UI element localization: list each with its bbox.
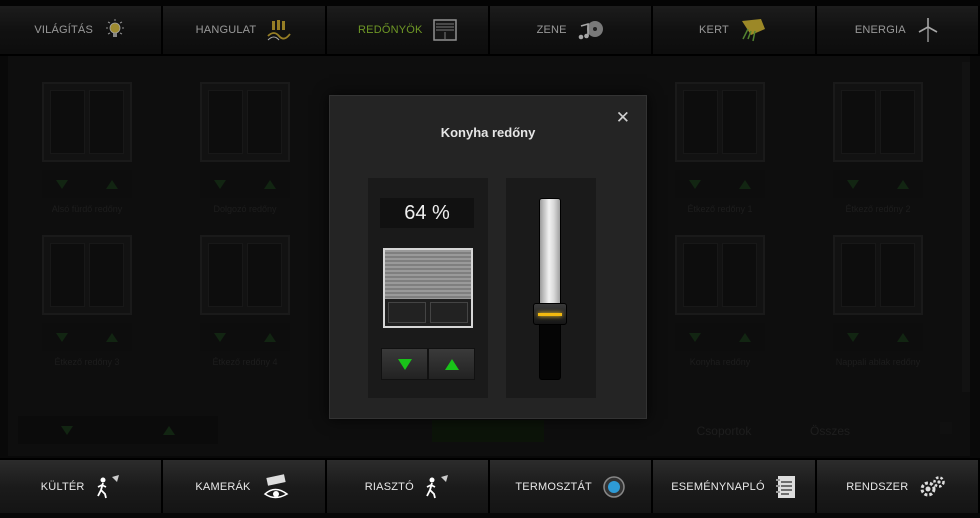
camera-icon <box>263 473 288 498</box>
tab-esemenynaplo[interactable]: ESEMÉNYNAPLÓ <box>653 460 817 513</box>
position-slider-track[interactable] <box>539 198 561 380</box>
tab-riaszto[interactable]: RIASZTÓ <box>326 460 490 513</box>
tab-termosztat[interactable]: TERMOSZTÁT <box>489 460 654 513</box>
tab-label: RENDSZER <box>846 480 909 493</box>
gears-icon <box>920 475 946 496</box>
shutter-dialog: Konyha redőny ✕ 64 % <box>329 95 647 419</box>
event-log-icon <box>775 475 795 498</box>
tab-label: KAMERÁK <box>195 480 251 493</box>
tab-kulter[interactable]: KÜLTÉR <box>0 460 164 513</box>
tab-label: KÜLTÉR <box>40 480 85 493</box>
shutter-slider-panel <box>506 178 596 398</box>
thermostat-icon <box>603 475 625 498</box>
position-slider-thumb[interactable] <box>533 303 567 325</box>
shutter-slats <box>385 250 471 299</box>
bottom-nav: KÜLTÉR KAMERÁK RIASZTÓ TERMOSZTÁT ESEMÉN… <box>0 458 980 518</box>
shutter-control-panel: 64 % <box>368 178 488 398</box>
motion-sensor-icon <box>96 474 119 498</box>
app-root: VILÁGÍTÁS HANGULAT REDŐNYÖK ZENE KERT EN… <box>0 0 980 518</box>
shutter-up-button[interactable] <box>428 348 475 380</box>
up-arrow-icon <box>444 358 459 370</box>
close-icon[interactable]: ✕ <box>616 108 630 128</box>
dialog-title: Konyha redőny <box>440 125 536 140</box>
position-slider-fill <box>540 199 560 315</box>
down-arrow-icon <box>397 358 412 370</box>
window-panes <box>388 302 468 323</box>
alarm-icon <box>426 474 448 498</box>
shutter-preview <box>383 248 473 328</box>
position-readout: 64 % <box>380 198 474 228</box>
shutter-buttons <box>381 348 475 380</box>
tab-label: ESEMÉNYNAPLÓ <box>671 480 765 493</box>
tab-rendszer[interactable]: RENDSZER <box>816 460 980 513</box>
tab-label: RIASZTÓ <box>364 480 414 493</box>
tab-kamerak[interactable]: KAMERÁK <box>163 460 327 513</box>
shutter-down-button[interactable] <box>381 348 428 380</box>
tab-label: TERMOSZTÁT <box>515 480 592 493</box>
